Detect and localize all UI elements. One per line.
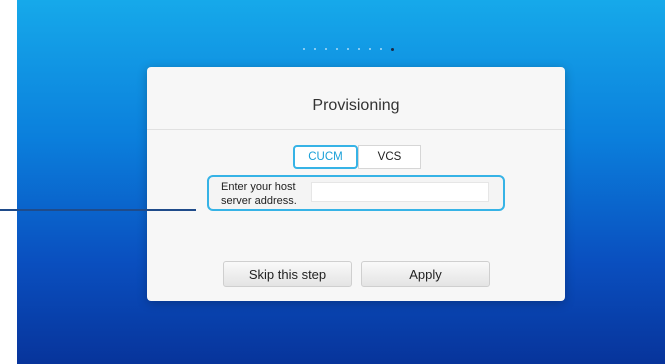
provisioning-mode-selector: CUCM VCS [293, 145, 421, 169]
host-server-label-line1: Enter your host [221, 181, 296, 193]
mode-cucm-button[interactable]: CUCM [293, 145, 358, 169]
step-dot [303, 48, 305, 50]
dialog-title: Provisioning [312, 97, 400, 114]
setup-screen: Provisioning CUCM VCS Enter your host se… [17, 0, 665, 364]
step-dot [325, 48, 327, 50]
provisioning-dialog: Provisioning CUCM VCS Enter your host se… [147, 67, 565, 301]
step-dot [358, 48, 360, 50]
apply-button[interactable]: Apply [361, 261, 490, 287]
step-progress-indicator [303, 45, 394, 53]
mode-vcs-button[interactable]: VCS [358, 145, 421, 169]
step-dot [380, 48, 382, 50]
host-server-label: Enter your host server address. [221, 180, 309, 208]
host-server-input[interactable] [311, 182, 489, 202]
step-dot [347, 48, 349, 50]
step-dot [336, 48, 338, 50]
title-divider [147, 129, 565, 130]
step-dot [369, 48, 371, 50]
skip-step-button[interactable]: Skip this step [223, 261, 352, 287]
step-dot [314, 48, 316, 50]
host-server-label-line2: server address. [221, 195, 297, 207]
host-server-field-group: Enter your host server address. [207, 175, 505, 211]
callout-line [0, 209, 196, 211]
step-dot-current [391, 47, 394, 51]
